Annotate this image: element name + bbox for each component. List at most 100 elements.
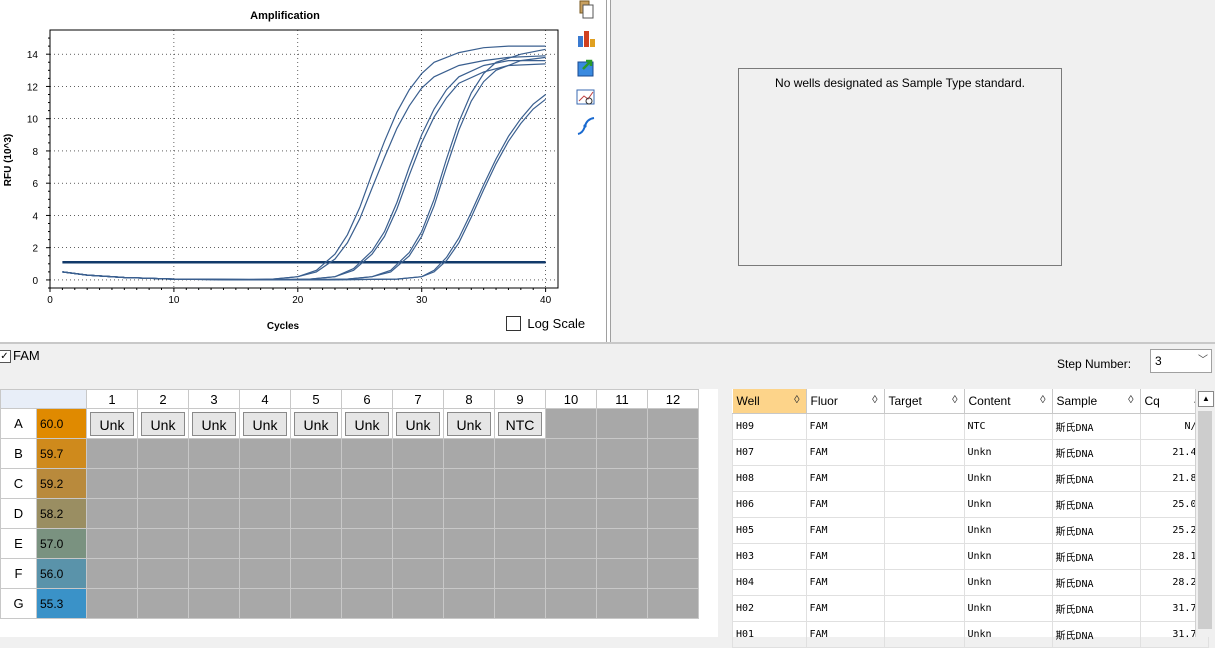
plate-row-label[interactable]: B [0,438,37,469]
column-header-fluor[interactable]: Fluor ◊ [806,389,885,414]
plate-well[interactable] [188,468,240,499]
plate-column-header[interactable]: 3 [188,389,240,409]
plate-column-header[interactable]: 2 [137,389,189,409]
scroll-thumb[interactable] [1198,411,1212,629]
plate-well[interactable] [86,498,138,529]
plate-well[interactable] [239,558,291,589]
plate-well[interactable]: Unk [392,408,444,439]
plate-well[interactable] [290,498,342,529]
scroll-up-icon[interactable]: ▲ [1198,391,1214,407]
plate-well[interactable] [596,528,648,559]
plate-well[interactable] [443,468,495,499]
plate-column-header[interactable]: 12 [647,389,699,409]
plate-well[interactable]: Unk [341,408,393,439]
plate-well[interactable] [290,558,342,589]
plate-column-header[interactable]: 1 [86,389,138,409]
plate-well[interactable] [596,558,648,589]
table-row[interactable]: H02 FAM Unkn 斯氏DNA 31.72 [732,595,1209,622]
plate-corner[interactable] [0,389,87,409]
plate-column-header[interactable]: 8 [443,389,495,409]
plate-column-header[interactable]: 10 [545,389,597,409]
chart-bar-icon[interactable] [576,28,596,48]
plate-well[interactable] [647,558,699,589]
plate-well[interactable] [86,558,138,589]
plate-well[interactable]: Unk [290,408,342,439]
plate-well[interactable] [137,438,189,469]
column-header-content[interactable]: Content ◊ [964,389,1053,414]
plate-well[interactable] [392,588,444,619]
plate-well[interactable] [494,498,546,529]
plate-well[interactable] [545,468,597,499]
column-header-sample[interactable]: Sample ◊ [1052,389,1141,414]
plate-well[interactable] [494,588,546,619]
plate-well[interactable] [290,468,342,499]
plate-well[interactable] [392,468,444,499]
plate-well[interactable] [290,588,342,619]
well-list-scrollbar[interactable]: ▲ [1195,389,1215,637]
plate-well[interactable] [596,498,648,529]
plate-well[interactable] [545,438,597,469]
plate-well[interactable] [239,528,291,559]
table-row[interactable]: H04 FAM Unkn 斯氏DNA 28.29 [732,569,1209,596]
column-header-well[interactable]: Well ◊ [732,389,807,414]
curve-icon[interactable] [576,116,596,136]
plate-well[interactable] [86,588,138,619]
plate-well[interactable] [290,438,342,469]
table-row[interactable]: H05 FAM Unkn 斯氏DNA 25.22 [732,517,1209,544]
log-scale-checkbox[interactable] [506,316,521,332]
plate-well[interactable] [86,468,138,499]
plate-well[interactable] [290,528,342,559]
table-row[interactable]: H08 FAM Unkn 斯氏DNA 21.83 [732,465,1209,492]
plate-well[interactable] [137,588,189,619]
plate-well[interactable] [392,498,444,529]
plate-well[interactable] [647,408,699,439]
plate-well[interactable]: NTC [494,408,546,439]
table-row[interactable]: H03 FAM Unkn 斯氏DNA 28.18 [732,543,1209,570]
vertical-splitter[interactable] [606,0,611,342]
plate-well[interactable] [137,468,189,499]
step-number-select[interactable]: 3 ﹀ [1150,349,1212,373]
plate-well[interactable] [137,498,189,529]
plate-well[interactable] [647,588,699,619]
plate-column-header[interactable]: 9 [494,389,546,409]
plate-well[interactable] [545,408,597,439]
plate-well[interactable]: Unk [86,408,138,439]
plate-well[interactable] [341,588,393,619]
plate-column-header[interactable]: 5 [290,389,342,409]
plate-well[interactable] [341,438,393,469]
plate-well[interactable] [188,528,240,559]
plate-well[interactable] [86,528,138,559]
plate-well[interactable] [647,438,699,469]
plate-well[interactable] [188,588,240,619]
table-row[interactable]: H07 FAM Unkn 斯氏DNA 21.49 [732,439,1209,466]
plate-well[interactable] [188,558,240,589]
plate-well[interactable]: Unk [188,408,240,439]
plate-well[interactable] [443,438,495,469]
plate-well[interactable] [239,468,291,499]
plate-well[interactable]: Unk [239,408,291,439]
plate-column-header[interactable]: 6 [341,389,393,409]
plate-well[interactable] [392,558,444,589]
plate-well[interactable] [341,558,393,589]
plate-well[interactable] [341,498,393,529]
plate-well[interactable] [545,588,597,619]
plate-well[interactable] [443,558,495,589]
plate-row-label[interactable]: A [0,408,37,439]
plate-row-label[interactable]: E [0,528,37,559]
amplification-chart[interactable]: 0 10 20 30 40 0 2 4 6 8 10 12 14 Amplification Cycle… [0,0,570,342]
plate-well[interactable] [188,498,240,529]
log-scale-toggle[interactable]: Log Scale [506,316,585,332]
plate-well[interactable] [596,438,648,469]
plate-well[interactable] [494,468,546,499]
plate-well[interactable] [341,468,393,499]
table-row[interactable]: H06 FAM Unkn 斯氏DNA 25.01 [732,491,1209,518]
plate-well[interactable] [494,528,546,559]
plate-well[interactable]: Unk [137,408,189,439]
export-icon[interactable] [576,58,596,78]
plate-well[interactable] [137,528,189,559]
zoom-chart-icon[interactable] [576,88,596,108]
fam-checkbox[interactable]: ✓ [0,350,11,363]
plate-row-label[interactable]: C [0,468,37,499]
plate-well[interactable] [494,558,546,589]
plate-well[interactable] [545,528,597,559]
